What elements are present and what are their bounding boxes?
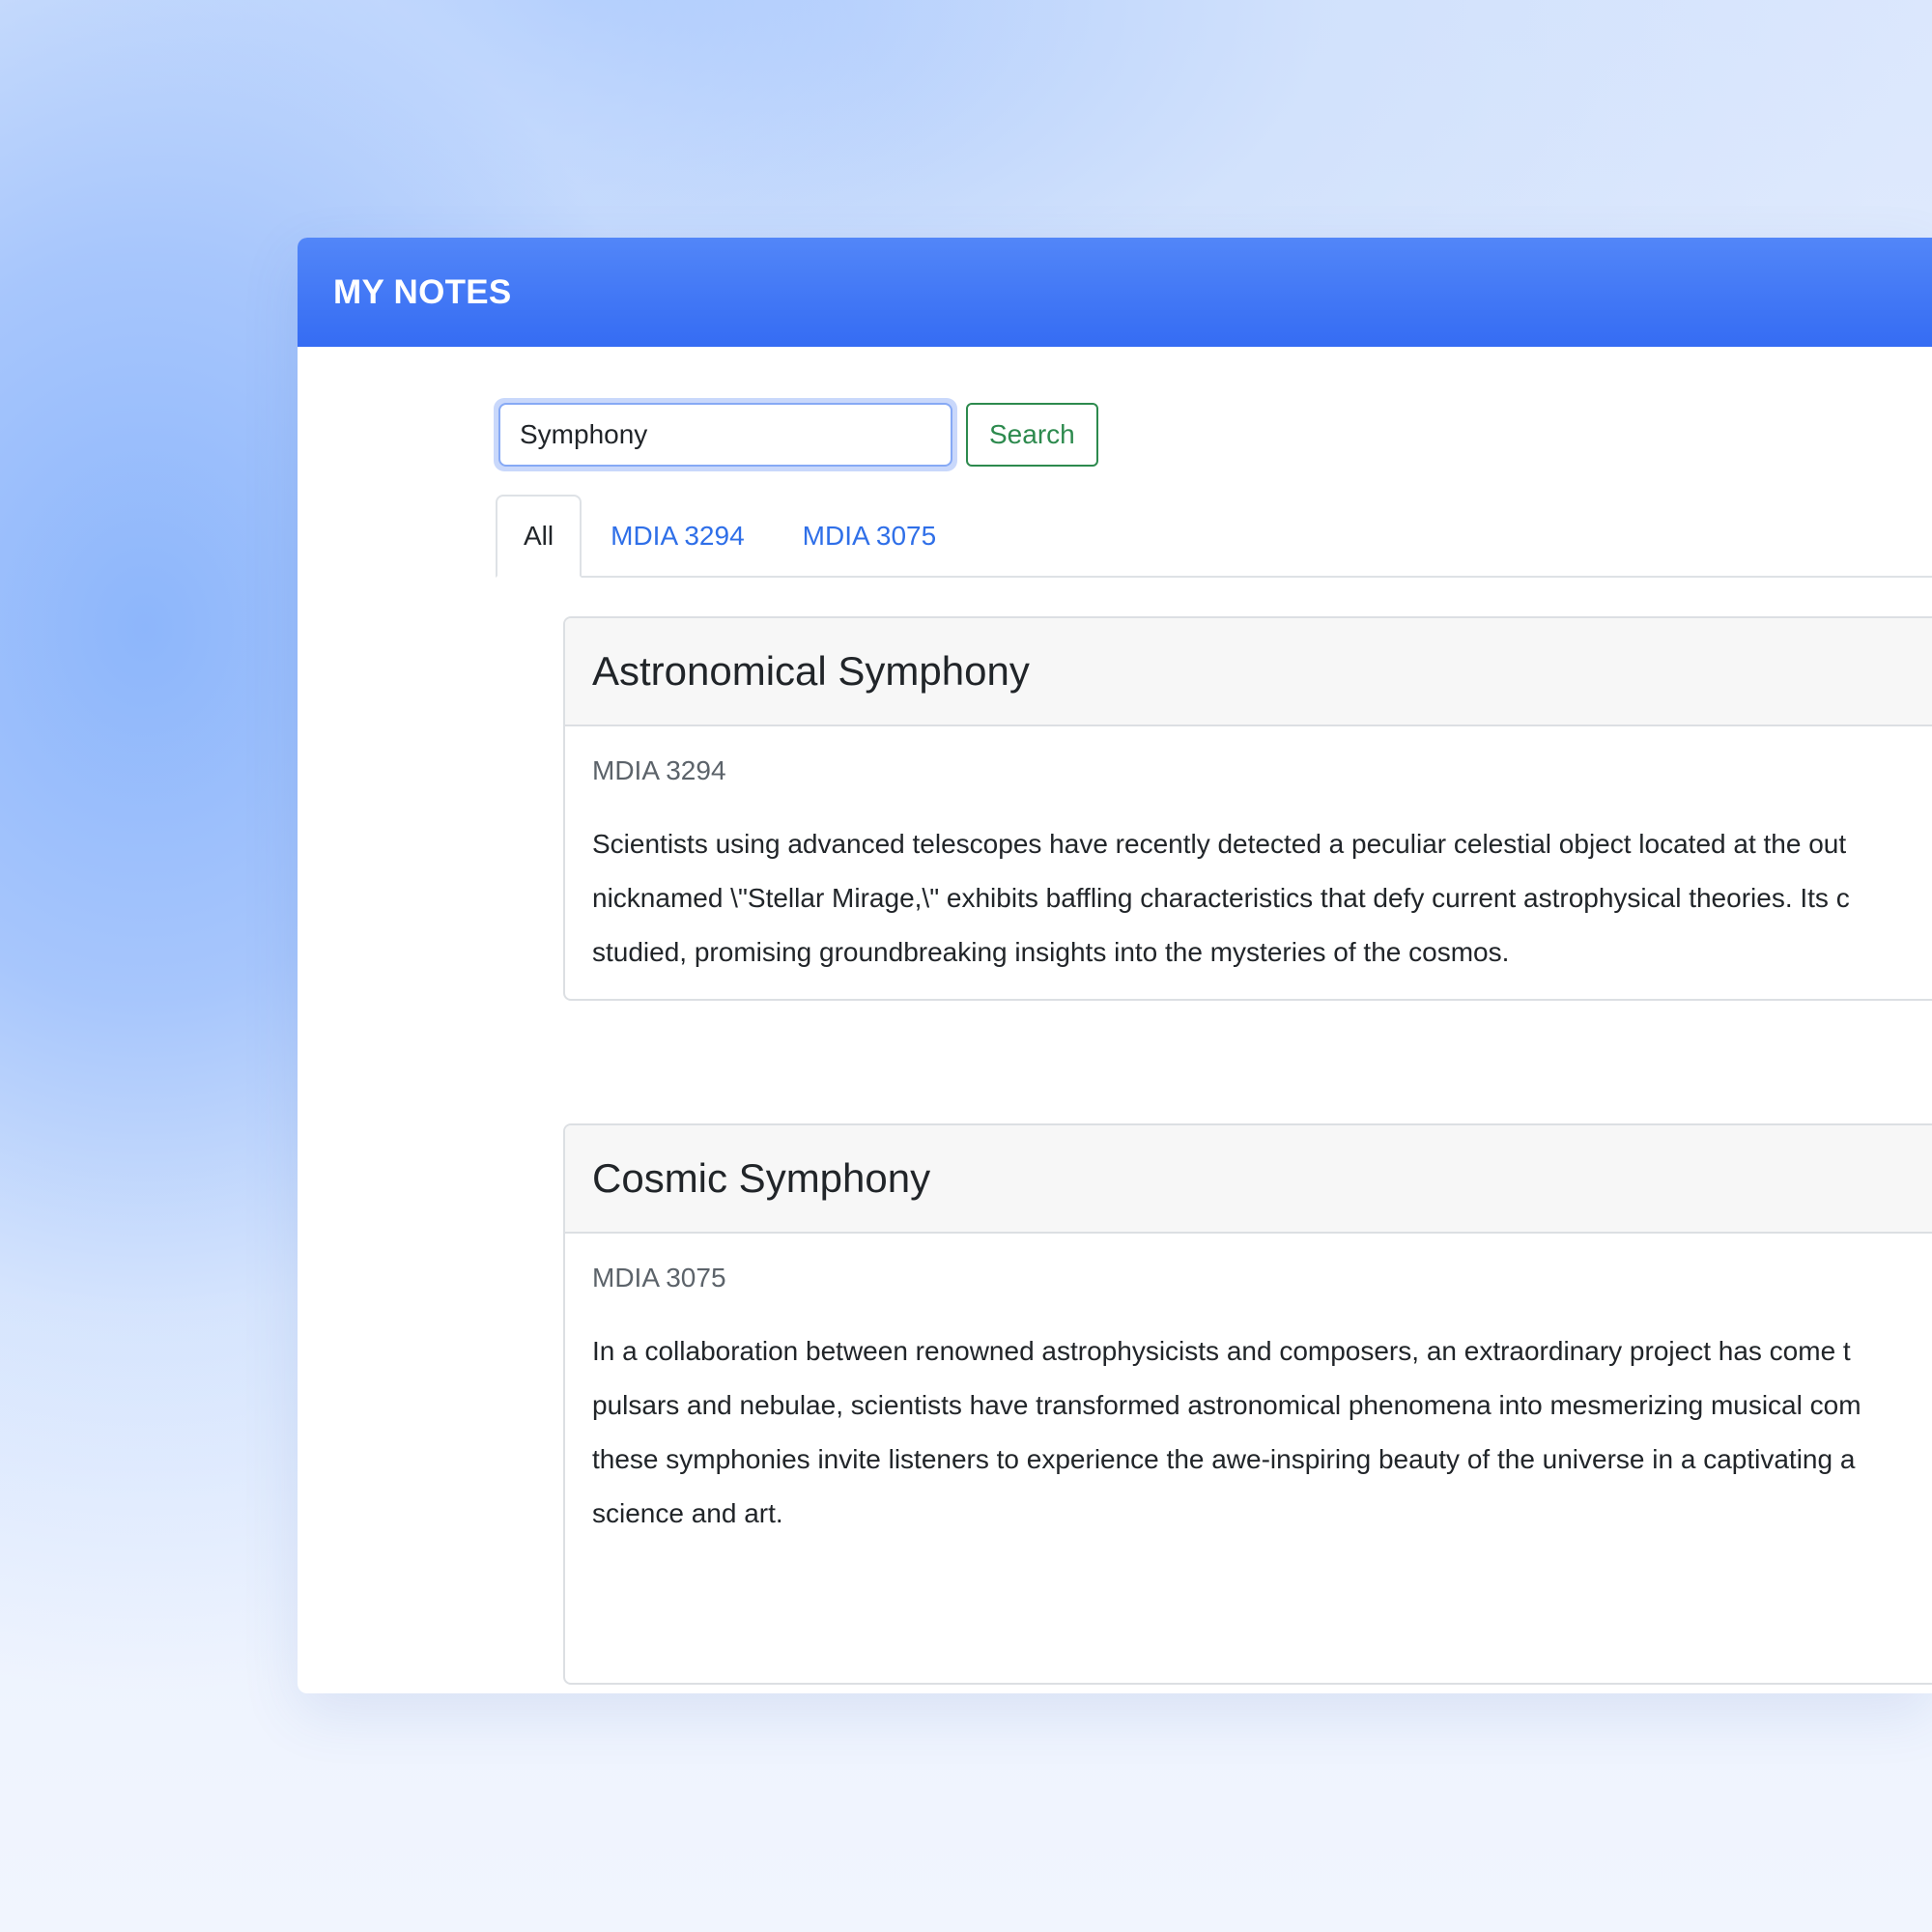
app-header: MY NOTES (298, 238, 1932, 347)
search-input[interactable] (498, 403, 952, 467)
note-text-line: In a collaboration between renowned astr… (592, 1336, 1851, 1366)
note-text-line: Scientists using advanced telescopes hav… (592, 829, 1847, 859)
note-card[interactable]: Cosmic Symphony MDIA 3075 In a collabora… (563, 1123, 1932, 1685)
note-course: MDIA 3075 (592, 1263, 726, 1293)
app-title: MY NOTES (333, 272, 512, 311)
tab-all[interactable]: All (496, 495, 582, 578)
note-text: In a collaboration between renowned astr… (592, 1324, 1932, 1541)
tab-mdia-3294[interactable]: MDIA 3294 (582, 495, 774, 578)
note-course: MDIA 3294 (592, 755, 726, 785)
note-text-line: science and art. (592, 1498, 783, 1528)
course-tabs: All MDIA 3294 MDIA 3075 (496, 493, 1932, 578)
note-text: Scientists using advanced telescopes hav… (592, 817, 1932, 980)
note-text-line: studied, promising groundbreaking insigh… (592, 937, 1510, 967)
tab-mdia-3075[interactable]: MDIA 3075 (774, 495, 966, 578)
note-text-line: nicknamed \"Stellar Mirage,\" exhibits b… (592, 883, 1850, 913)
search-button[interactable]: Search (966, 403, 1098, 467)
note-title: Cosmic Symphony (592, 1155, 931, 1201)
note-title: Astronomical Symphony (592, 648, 1030, 694)
notes-app-window: MY NOTES Search All MDIA 3294 MDIA 3075 … (298, 238, 1932, 1693)
note-card[interactable]: Astronomical Symphony MDIA 3294 Scientis… (563, 616, 1932, 1001)
search-bar: Search (494, 398, 1098, 471)
note-card-header: Astronomical Symphony (565, 618, 1932, 726)
note-card-body: MDIA 3294 Scientists using advanced tele… (565, 726, 1932, 980)
note-card-body: MDIA 3075 In a collaboration between ren… (565, 1234, 1932, 1541)
note-text-line: pulsars and nebulae, scientists have tra… (592, 1390, 1861, 1420)
note-card-header: Cosmic Symphony (565, 1125, 1932, 1234)
search-input-focus-ring (494, 398, 957, 471)
note-text-line: these symphonies invite listeners to exp… (592, 1444, 1856, 1474)
